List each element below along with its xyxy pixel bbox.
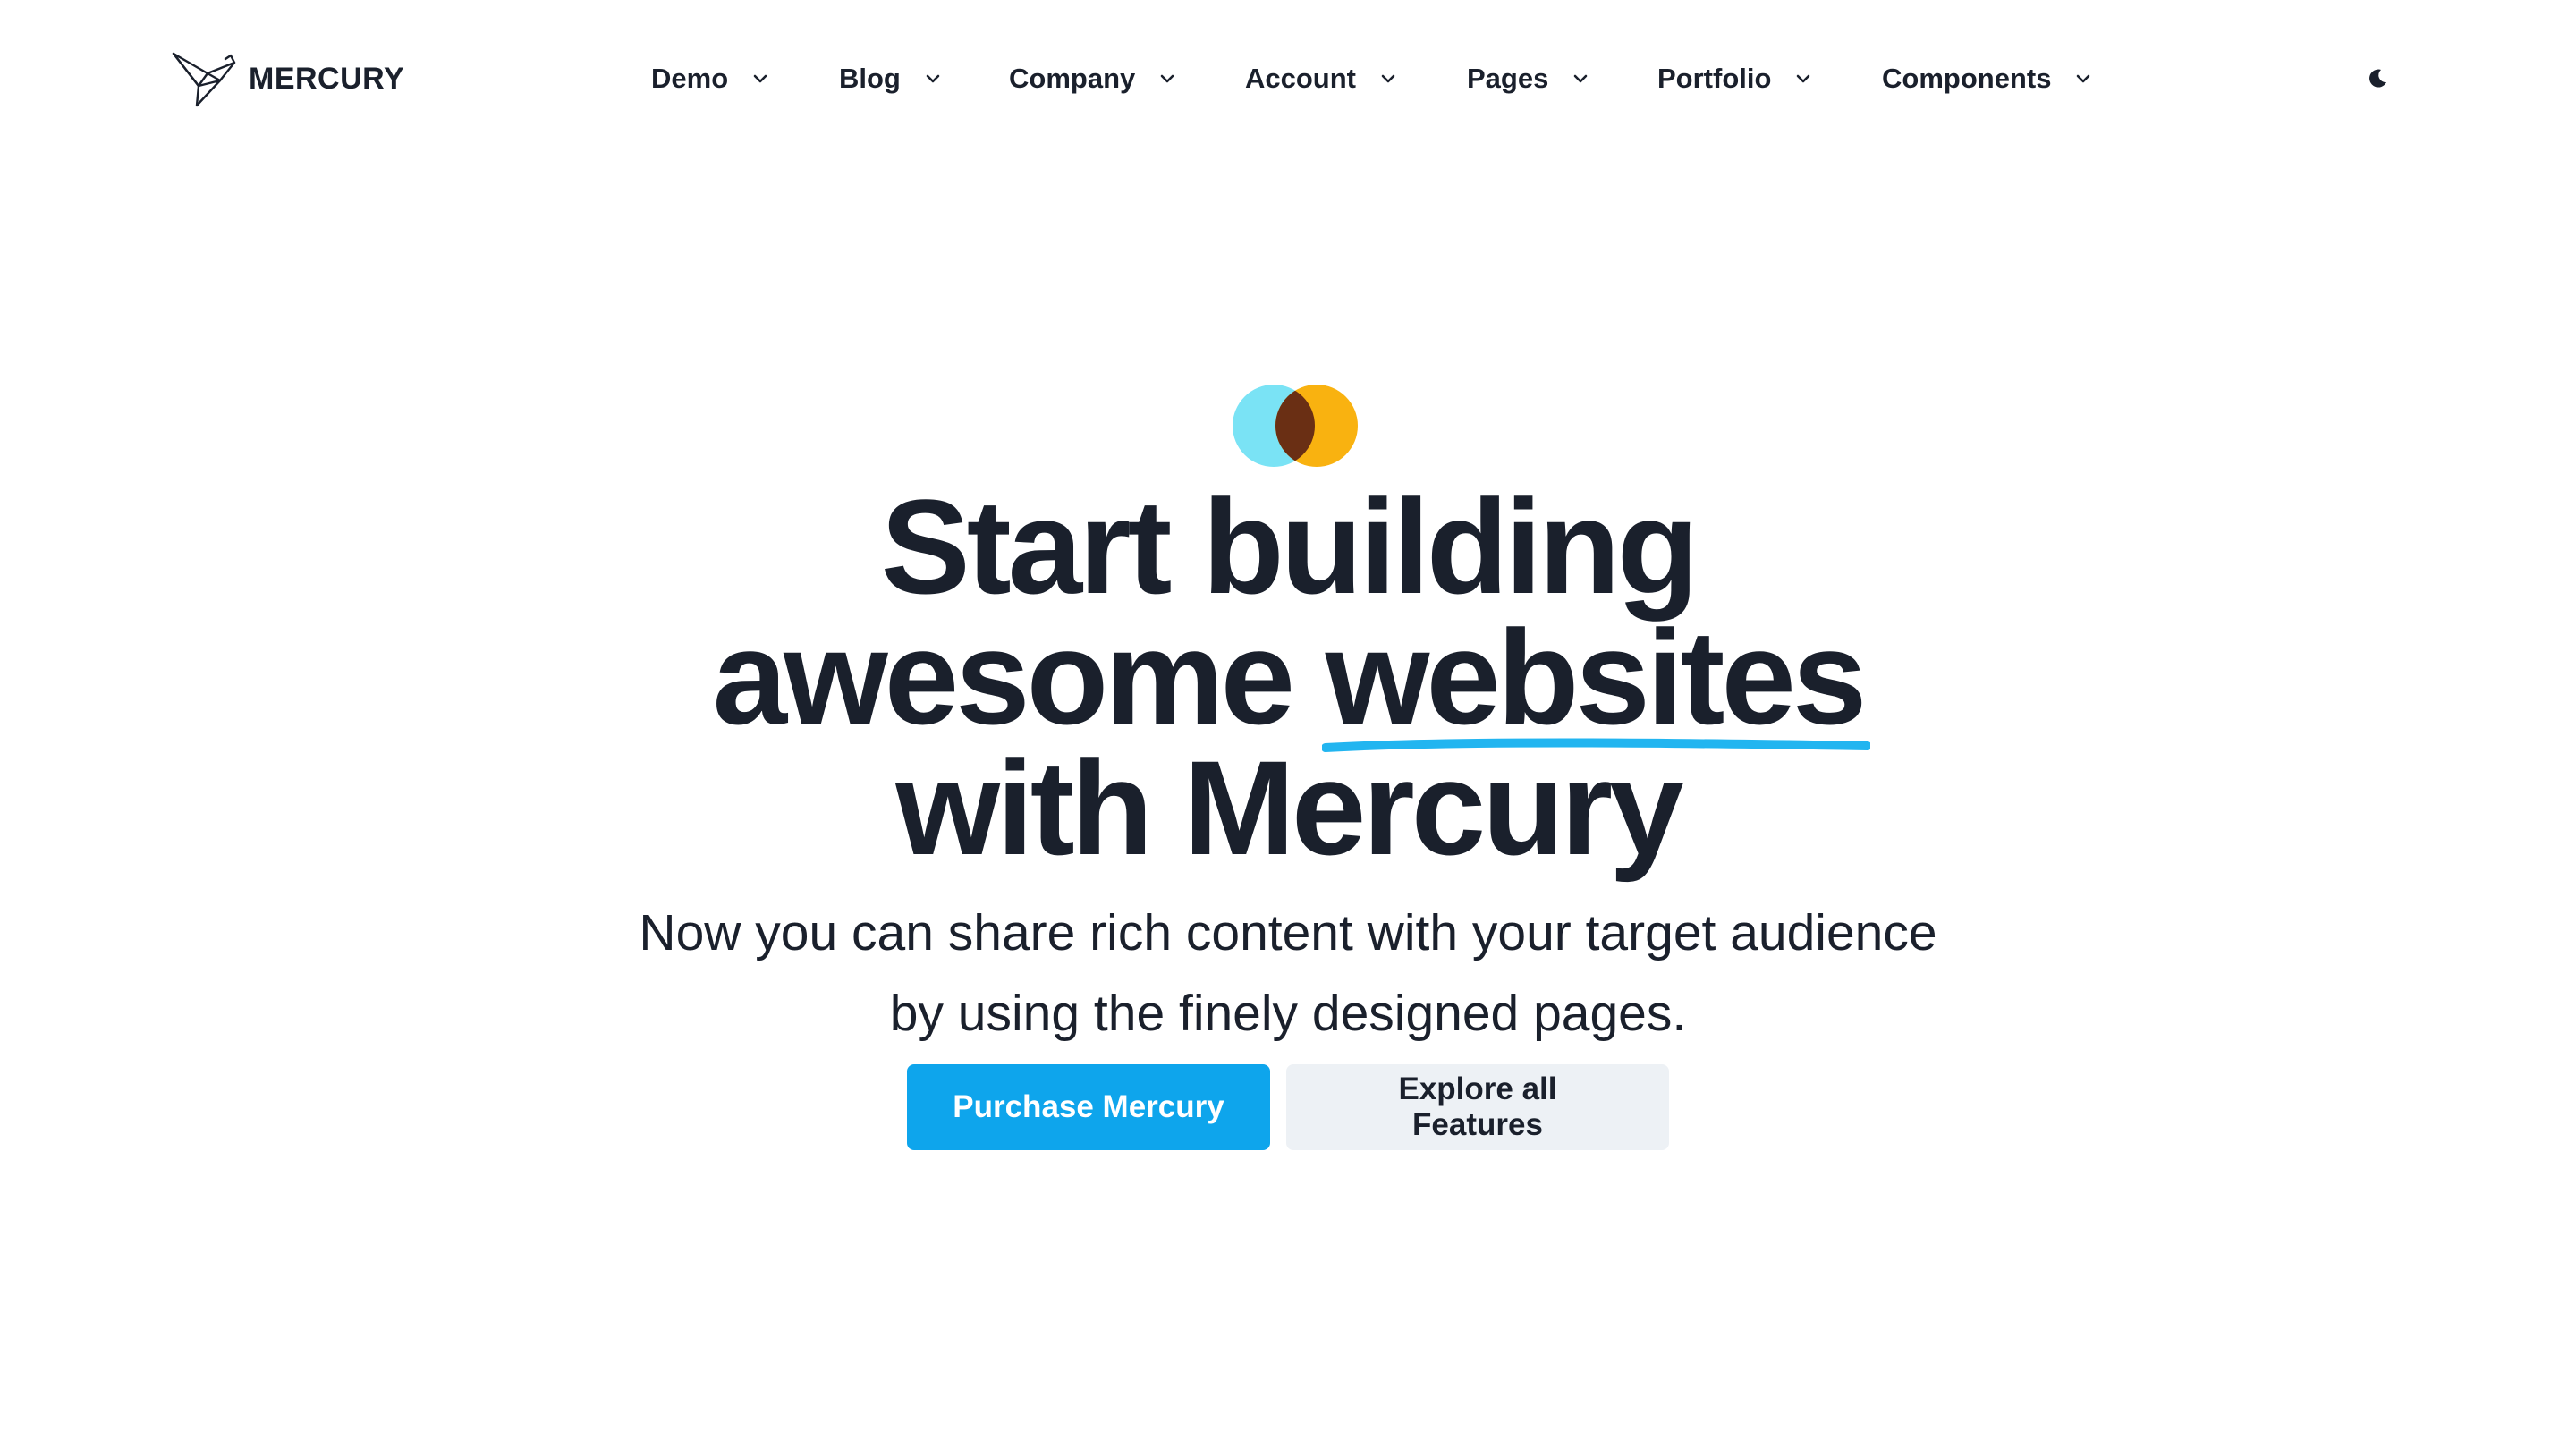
theme-toggle-button[interactable] (2361, 63, 2394, 95)
nav-item-blog[interactable]: Blog (839, 54, 942, 104)
headline-line-3: with Mercury (895, 732, 1683, 883)
headline-highlight: websites (1321, 610, 1871, 752)
hero-section: Start building awesome websites with Mer… (0, 0, 2576, 1431)
chevron-down-icon (1160, 74, 1174, 83)
nav-item-label: Company (1009, 63, 1136, 94)
overlapping-circles-logo-icon (1233, 385, 1358, 467)
purchase-button[interactable]: Purchase Mercury (907, 1064, 1270, 1150)
hero-subtitle: Now you can share rich content with your… (0, 893, 2576, 1054)
headline-highlight-word: websites (1325, 602, 1868, 752)
hero-cta-row: Purchase Mercury Explore all Features (0, 1064, 2576, 1150)
nav-item-label: Portfolio (1657, 63, 1772, 94)
nav-item-portfolio[interactable]: Portfolio (1657, 54, 1812, 104)
chevron-down-icon (753, 74, 767, 83)
subtitle-line-2: by using the finely designed pages. (889, 985, 1687, 1042)
chevron-down-icon (1574, 74, 1588, 83)
main-nav: Demo Blog Company Account Pages Portfoli… (0, 54, 2576, 104)
chevron-down-icon (1797, 74, 1810, 83)
site-header: MERCURY Demo Blog Company Account Pages … (0, 0, 2576, 157)
nav-item-account[interactable]: Account (1245, 54, 1397, 104)
chevron-down-icon (926, 74, 940, 83)
nav-item-label: Blog (839, 63, 901, 94)
nav-item-pages[interactable]: Pages (1467, 54, 1589, 104)
nav-item-demo[interactable]: Demo (651, 54, 769, 104)
hero-headline: Start building awesome websites with Mer… (0, 471, 2576, 883)
headline-line-2-prefix: awesome (712, 602, 1295, 752)
subtitle-line-1: Now you can share rich content with your… (639, 904, 1937, 961)
headline-line-1: Start building (880, 471, 1699, 622)
nav-item-label: Pages (1467, 63, 1549, 94)
headline-line-2: awesome websites (0, 610, 2576, 752)
explore-features-button[interactable]: Explore all Features (1286, 1064, 1669, 1150)
nav-item-company[interactable]: Company (1009, 54, 1176, 104)
moon-icon (2369, 69, 2386, 88)
nav-item-label: Demo (651, 63, 729, 94)
chevron-down-icon (1381, 74, 1395, 83)
nav-item-label: Account (1245, 63, 1356, 94)
chevron-down-icon (2077, 74, 2090, 83)
nav-item-components[interactable]: Components (1882, 54, 2092, 104)
nav-item-label: Components (1882, 63, 2052, 94)
highlight-underline (1321, 738, 1871, 752)
